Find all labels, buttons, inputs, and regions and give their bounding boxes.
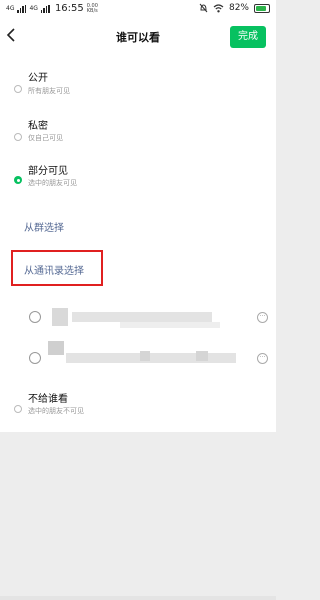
contact-row[interactable]: ··· (0, 341, 276, 373)
clock: 16:55 (54, 3, 84, 14)
blurred-tag (140, 351, 150, 361)
blurred-tag (196, 351, 208, 361)
option-private-desc: 仅自己可见 (28, 134, 63, 142)
option-public-desc: 所有朋友可见 (28, 87, 70, 95)
option-private-label: 私密 (28, 121, 48, 132)
signal-2-icon (40, 4, 50, 13)
blurred-name (72, 312, 212, 322)
status-right: 82% (199, 3, 270, 13)
signal-1-label: 4G (6, 4, 15, 12)
blurred-avatar (48, 341, 64, 355)
option-private[interactable]: 私密 仅自己可见 (0, 113, 276, 153)
option-public[interactable]: 公开 所有朋友可见 (0, 66, 276, 106)
option-exclude-desc: 选中的朋友不可见 (28, 407, 84, 415)
signal-2-label: 4G (29, 4, 38, 12)
contact-checkbox[interactable] (29, 352, 41, 364)
option-public-label: 公开 (28, 73, 48, 84)
net-speed: 0.00 KB/s (86, 3, 98, 14)
select-from-contacts-link[interactable]: 从通讯录选择 (24, 262, 84, 277)
blurred-name (66, 353, 236, 363)
select-from-group-link[interactable]: 从群选择 (24, 219, 64, 234)
done-button[interactable]: 完成 (230, 26, 266, 48)
blurred-avatar (52, 308, 68, 326)
nav-bar: 谁可以看 完成 (0, 20, 276, 54)
blurred-detail (120, 322, 220, 328)
radio-private[interactable] (14, 133, 22, 141)
radio-partial-checked[interactable] (14, 176, 22, 184)
battery-percent: 82% (228, 3, 249, 13)
alarm-off-icon (199, 3, 208, 13)
signal-1-icon (17, 4, 27, 13)
option-exclude-label: 不给谁看 (28, 394, 68, 405)
option-partial-label: 部分可见 (28, 166, 68, 177)
wifi-icon (213, 3, 224, 12)
option-exclude[interactable]: 不给谁看 选中的朋友不可见 (0, 388, 276, 428)
radio-public[interactable] (14, 85, 22, 93)
contact-row[interactable]: ··· (0, 302, 276, 332)
radio-exclude[interactable] (14, 405, 22, 413)
bottom-edge (0, 596, 276, 600)
option-partial-desc: 选中的朋友可见 (28, 179, 77, 187)
more-icon[interactable]: ··· (257, 312, 268, 323)
visibility-panel (0, 54, 276, 432)
battery-icon (254, 3, 270, 13)
status-bar: 4G 4G 16:55 0.00 KB/s 82% (0, 0, 276, 20)
status-left: 4G 4G 16:55 0.00 KB/s (6, 3, 98, 14)
contact-checkbox[interactable] (29, 311, 41, 323)
net-speed-unit: KB/s (86, 7, 98, 14)
more-icon[interactable]: ··· (257, 353, 268, 364)
option-partial[interactable]: 部分可见 选中的朋友可见 (0, 158, 276, 198)
